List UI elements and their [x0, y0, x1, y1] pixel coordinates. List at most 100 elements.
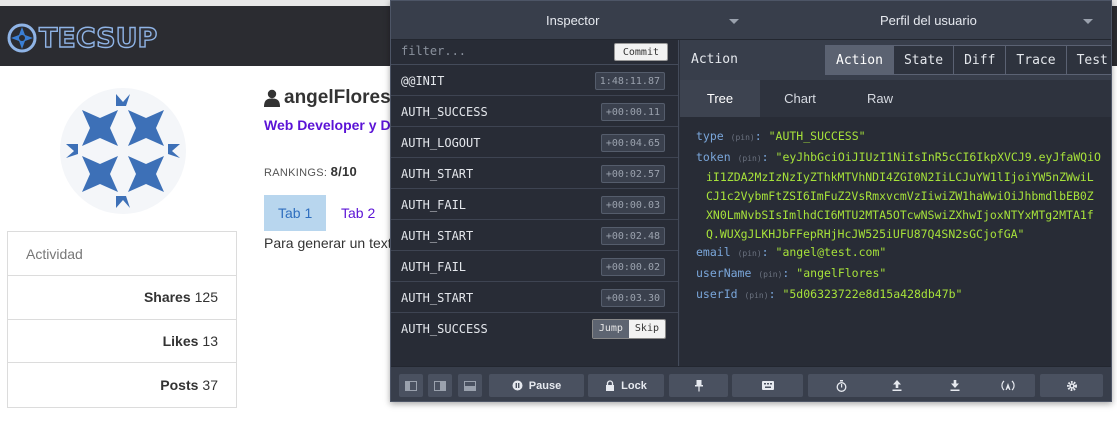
tree-key[interactable]: email [696, 245, 731, 259]
tab-content-text: Para generar un text [264, 235, 392, 251]
pin-button[interactable]: (pin) [738, 249, 762, 258]
tree-value: "5d06323722e8d15a428db47b" [782, 286, 963, 301]
tree-key[interactable]: userId [696, 287, 738, 301]
tree-row-email: email (pin): "angel@test.com" [696, 245, 887, 260]
action-row-selected[interactable]: AUTH_SUCCESS Jump Skip [391, 313, 678, 344]
chevron-down-icon[interactable] [1083, 19, 1093, 24]
filter-input[interactable]: filter... [401, 44, 466, 58]
action-time: +00:03.30 [600, 289, 665, 307]
upload-icon [892, 380, 901, 391]
store-select[interactable]: Perfil del usuario [880, 1, 977, 40]
tab-diff[interactable]: Diff [953, 45, 1006, 75]
tab-chart[interactable]: Chart [760, 80, 840, 117]
tab-action[interactable]: Action [825, 45, 893, 75]
tab-tree[interactable]: Tree [680, 80, 760, 117]
site-logo[interactable]: TECSUP [6, 22, 158, 54]
lock-button[interactable]: Lock [588, 374, 664, 397]
action-row[interactable]: AUTH_LOGOUT +00:04.65 [391, 127, 678, 158]
pause-icon [512, 380, 523, 391]
action-row[interactable]: AUTH_START +00:03.30 [391, 282, 678, 313]
devtools-header: Inspector Perfil del usuario [391, 1, 1111, 40]
action-row[interactable]: AUTH_FAIL +00:00.02 [391, 251, 678, 282]
persist-button[interactable] [669, 374, 728, 397]
action-row[interactable]: AUTH_SUCCESS +00:00.11 [391, 96, 678, 127]
stopwatch-icon [836, 379, 847, 392]
user-icon [264, 89, 280, 107]
action-name: AUTH_SUCCESS [401, 322, 488, 336]
tree-key[interactable]: token [696, 150, 731, 164]
pin-button[interactable]: (pin) [744, 291, 768, 300]
tree-key[interactable]: userName [696, 266, 751, 280]
layout-left-button[interactable] [399, 374, 423, 397]
tab-1[interactable]: Tab 1 [264, 195, 327, 231]
action-name: AUTH_LOGOUT [401, 136, 481, 150]
tree-row-userid: userId (pin): "5d06323722e8d15a428db47b" [696, 286, 963, 301]
action-time: +00:00.11 [600, 103, 665, 121]
stat-label: Shares [143, 289, 191, 306]
action-name: AUTH_FAIL [401, 198, 467, 212]
tab-2[interactable]: Tab 2 [327, 195, 389, 231]
tab-test[interactable]: Test [1065, 45, 1111, 75]
rankings-label: RANKINGS: [264, 167, 328, 179]
stat-label: Likes [162, 332, 199, 349]
app-root: TECSUP angelFlores Web Developer y Dis R… [0, 0, 1117, 432]
pin-button[interactable]: (pin) [758, 270, 782, 279]
dispatcher-button[interactable] [732, 374, 803, 397]
stat-label: Posts [160, 376, 199, 393]
rankings: RANKINGS: 8/10 [264, 164, 357, 179]
commit-button[interactable]: Commit [613, 43, 668, 61]
tab-state[interactable]: State [892, 45, 954, 75]
tab-raw[interactable]: Raw [840, 80, 920, 117]
action-time: +00:02.57 [600, 165, 665, 183]
tree-value-continued: iI1ZDA2MzIzNzIyZThkMTVhNDI4ZGI0N2IiLCJuY… [706, 170, 1094, 241]
profile-username: angelFlores [264, 87, 391, 109]
avatar-pattern-icon [66, 94, 180, 208]
action-row[interactable]: @@INIT 1:48:11.87 [391, 65, 678, 96]
tree-row-username: userName (pin): "angelFlores" [696, 265, 887, 280]
lock-icon [606, 379, 615, 391]
broadcast-icon [1000, 380, 1015, 391]
layout-bottom-icon [464, 380, 476, 391]
pin-button[interactable]: (pin) [738, 154, 762, 163]
download-icon [950, 380, 959, 391]
action-time: +00:04.65 [600, 134, 665, 152]
stat-shares: Shares 125 [8, 276, 236, 320]
action-name: AUTH_START [401, 291, 474, 305]
activity-title: Actividad [8, 232, 236, 276]
monitor-title: Action [691, 52, 738, 67]
chevron-down-icon[interactable] [729, 19, 739, 24]
profile-username-text: angelFlores [284, 87, 391, 108]
filter-row: filter... Commit [391, 40, 678, 65]
action-time: +00:00.02 [600, 258, 665, 276]
tab-trace[interactable]: Trace [1005, 45, 1066, 75]
action-tree: type (pin): "AUTH_SUCCESS" token (pin): … [680, 117, 1111, 305]
monitor-bar: Action Action State Diff Trace Test [680, 40, 1111, 80]
pin-button[interactable]: (pin) [731, 133, 755, 142]
tree-key[interactable]: type [696, 129, 724, 143]
redux-devtools-panel: Inspector Perfil del usuario filter... C… [390, 0, 1112, 402]
stat-value: 125 [194, 289, 218, 306]
action-row[interactable]: AUTH_START +00:02.48 [391, 220, 678, 251]
action-row[interactable]: AUTH_FAIL +00:00.03 [391, 189, 678, 220]
instance-select[interactable]: Inspector [546, 1, 599, 40]
tree-value: "eyJhbGciOiJIUzI1NiIsInR5cCI6IkpXVCJ9.ey… [775, 149, 1101, 164]
pause-button[interactable]: Pause [489, 374, 584, 397]
skip-button[interactable]: Skip [628, 320, 665, 338]
layout-right-button[interactable] [428, 374, 452, 397]
action-time: 1:48:11.87 [594, 72, 665, 90]
remote-button[interactable] [980, 374, 1035, 397]
keyboard-icon [761, 381, 774, 390]
avatar [60, 88, 186, 214]
jump-button[interactable]: Jump [592, 320, 629, 338]
tree-value: "AUTH_SUCCESS" [768, 129, 866, 143]
layout-bottom-button[interactable] [458, 374, 482, 397]
lock-label: Lock [621, 379, 647, 392]
devtools-toolbar: Pause Lock [391, 366, 1111, 401]
action-row[interactable]: AUTH_START +00:02.57 [391, 158, 678, 189]
tecsup-logo-icon [7, 23, 37, 53]
settings-button[interactable] [1040, 374, 1103, 397]
import-button[interactable] [920, 374, 989, 397]
gear-icon [1066, 380, 1077, 391]
layout-left-icon [405, 380, 417, 391]
stat-likes: Likes 13 [8, 320, 236, 363]
